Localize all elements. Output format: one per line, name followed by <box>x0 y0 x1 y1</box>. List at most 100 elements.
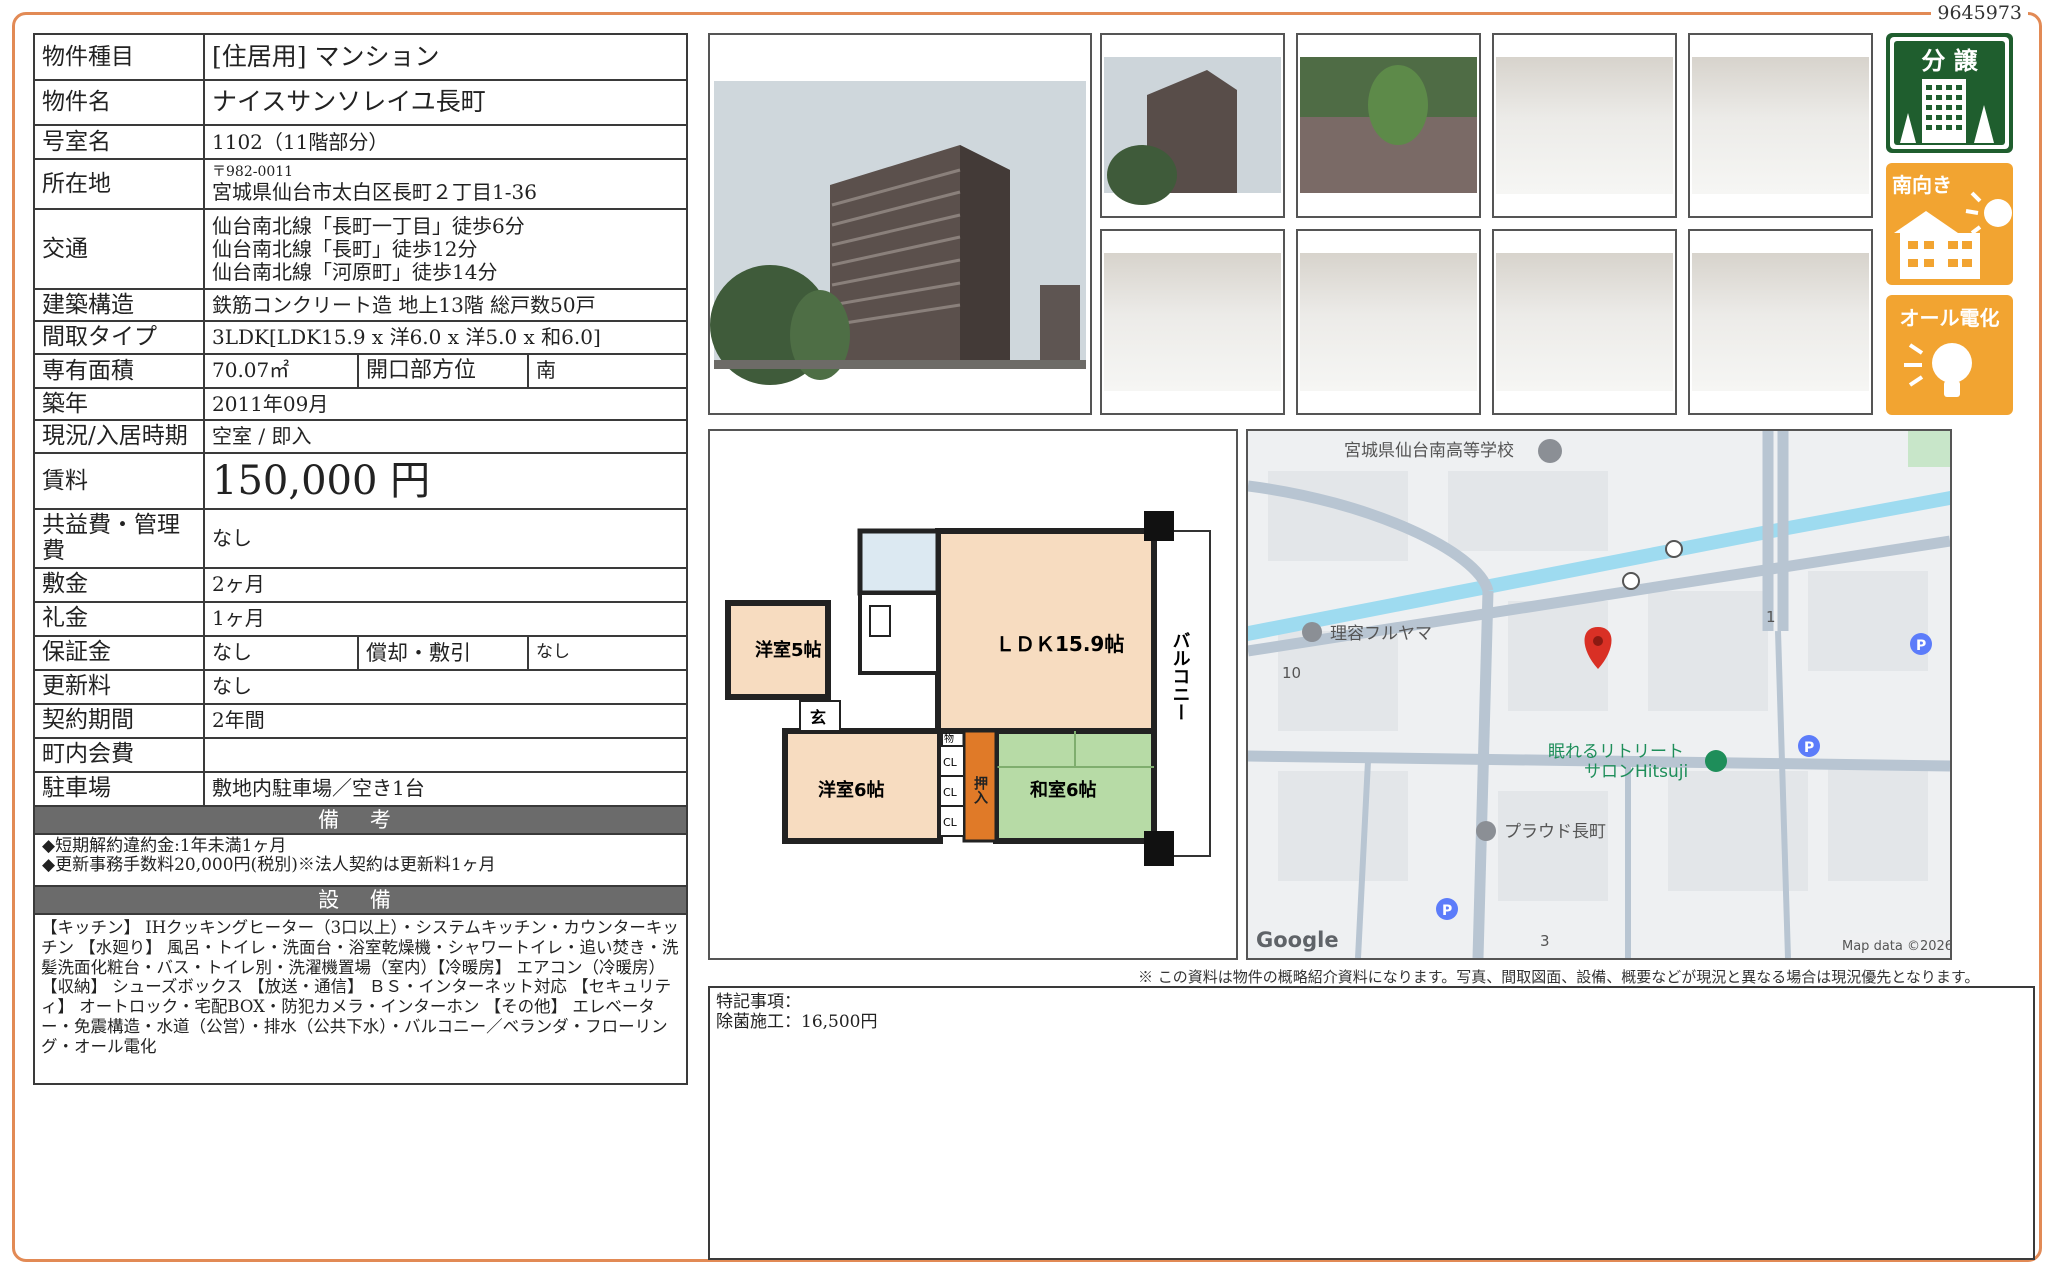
lightbulb-icon <box>1904 343 1972 397</box>
photo-interior-5[interactable] <box>1688 229 1873 415</box>
equipment-header: 設 備 <box>33 884 688 915</box>
label-fee: 共益費・管理費 <box>33 507 205 569</box>
label-structure: 建築構造 <box>33 287 205 323</box>
property-table: 物件種目 [住居用] マンション 物件名 ナイスサンソレイユ長町 号室名 110… <box>33 33 688 1085</box>
map-drawing: 宮城県仙台南高等学校 理容フルヤマ 眠れるリトリート サロンHitsuji プラ… <box>1248 431 1950 958</box>
value-key-money: 1ヶ月 <box>203 600 688 637</box>
label-status: 現況/入居時期 <box>33 419 205 454</box>
access-line: 仙台南北線「長町」徒歩12分 <box>212 236 478 261</box>
value-type: [住居用] マンション <box>203 33 688 81</box>
address-text: 宮城県仙台市太白区長町２丁目1-36 <box>212 179 537 204</box>
access-line: 仙台南北線「長町一丁目」徒歩6分 <box>212 213 525 238</box>
room-label-entrance: 玄 <box>810 708 826 727</box>
label-rent: 賃料 <box>33 451 205 510</box>
value-rent: 150,000 円 <box>203 451 688 510</box>
sun-house-icon <box>1894 191 2012 279</box>
label-type: 物件種目 <box>33 33 205 81</box>
photo-interior-2[interactable] <box>1688 33 1873 218</box>
label-direction: 開口部方位 <box>357 352 529 389</box>
photo-building-2[interactable] <box>1100 33 1285 218</box>
floor-plan-drawing: 洋室5帖 洋室6帖 ＬＤＫ15.9帖 和室6帖 玄 押入 バルコニー 物 CL … <box>710 501 1236 901</box>
label-address: 所在地 <box>33 158 205 210</box>
garden-image <box>1298 35 1479 216</box>
label-guarantee: 保証金 <box>33 634 205 671</box>
map-label-barber: 理容フルヤマ <box>1330 624 1432 644</box>
label-name: 物件名 <box>33 79 205 126</box>
label-key-money: 礼金 <box>33 600 205 637</box>
room-label-storage: 物 <box>944 732 954 745</box>
value-association-fee <box>203 736 688 773</box>
value-guarantee: なし <box>203 634 359 671</box>
room-label-washitsu: 和室6帖 <box>1030 779 1097 801</box>
value-structure: 鉄筋コンクリート造 地上13階 総戸数50戸 <box>203 287 688 323</box>
value-deposit: 2ヶ月 <box>203 566 688 603</box>
building-image <box>1102 35 1283 216</box>
parking-label: P <box>1442 903 1452 919</box>
condo-building-icon <box>1900 79 1994 143</box>
remark-line: ◆更新事務手数料20,000円(税別)※法人契約は更新料1ヶ月 <box>42 855 496 876</box>
map-label-school: 宮城県仙台南高等学校 <box>1344 441 1514 461</box>
value-fee: なし <box>203 507 688 569</box>
room-label-cl: CL <box>943 756 958 769</box>
map-label-proud: プラウド長町 <box>1504 822 1606 842</box>
postal-code: 〒982-0011 <box>212 164 294 181</box>
floor-plan[interactable]: 洋室5帖 洋室6帖 ＬＤＫ15.9帖 和室6帖 玄 押入 バルコニー 物 CL … <box>708 429 1238 960</box>
photo-garden[interactable] <box>1296 33 1481 218</box>
value-area: 70.07㎡ <box>203 352 359 389</box>
room-label-ldk: ＬＤＫ15.9帖 <box>995 632 1124 656</box>
room-label-balcony: バルコニー <box>1170 631 1191 721</box>
map-label-salon-2: サロンHitsuji <box>1584 762 1688 782</box>
value-renewal: なし <box>203 668 688 705</box>
map-label-number: 1 <box>1766 608 1776 626</box>
photo-building-exterior[interactable] <box>708 33 1092 415</box>
document-id: 9645973 <box>1931 2 2028 24</box>
value-access: 仙台南北線「長町一丁目」徒歩6分 仙台南北線「長町」徒歩12分 仙台南北線「河原… <box>203 208 688 290</box>
spa-icon <box>1705 750 1727 772</box>
room-label-youshitsu6: 洋室6帖 <box>818 779 885 801</box>
label-layout: 間取タイプ <box>33 320 205 355</box>
value-address: 〒982-0011 宮城県仙台市太白区長町２丁目1-36 <box>203 158 688 210</box>
label-built: 築年 <box>33 386 205 422</box>
special-notes-box: 特記事項： 除菌施工：16,500円 <box>708 986 2035 1260</box>
google-logo: Google <box>1256 928 1339 952</box>
photo-interior-4[interactable] <box>1296 229 1481 415</box>
badge-south-facing: 南向き <box>1886 163 2013 285</box>
location-map[interactable]: 宮城県仙台南高等学校 理容フルヤマ 眠れるリトリート サロンHitsuji プラ… <box>1246 429 1952 960</box>
building-icon <box>1476 821 1496 841</box>
room-label-youshitsu5: 洋室5帖 <box>755 639 822 661</box>
value-layout: 3LDK[LDK15.9 x 洋6.0 x 洋5.0 x 和6.0] <box>203 320 688 355</box>
label-parking: 駐車場 <box>33 770 205 807</box>
badge-all-electric: オール電化 <box>1886 295 2013 415</box>
photo-kitchen[interactable] <box>1492 229 1677 415</box>
map-label-salon-1: 眠れるリトリート <box>1548 742 1684 762</box>
value-built: 2011年09月 <box>203 386 688 422</box>
label-contract: 契約期間 <box>33 702 205 739</box>
photo-interior-3[interactable] <box>1100 229 1285 415</box>
remarks-body: ◆短期解約違約金:1年未満1ヶ月 ◆更新事務手数料20,000円(税別)※法人契… <box>33 832 688 887</box>
label-deposit: 敷金 <box>33 566 205 603</box>
badge-bunjo: 分 譲 <box>1886 33 2013 153</box>
room-label-closet: 押入 <box>972 775 988 804</box>
value-room: 1102（11階部分） <box>203 124 688 160</box>
label-room: 号室名 <box>33 124 205 160</box>
barber-icon <box>1302 622 1322 642</box>
special-notes-title: 特記事項： <box>716 992 801 1012</box>
equipment-body: 【キッチン】 IHクッキングヒーター（3口以上）・システムキッチン・カウンターキ… <box>33 912 688 1085</box>
value-name: ナイスサンソレイユ長町 <box>203 79 688 126</box>
value-status: 空室 / 即入 <box>203 419 688 454</box>
room-label-cl: CL <box>943 786 958 799</box>
label-association-fee: 町内会費 <box>33 736 205 773</box>
photo-interior-1[interactable] <box>1492 33 1677 218</box>
disclaimer-text: ※ この資料は物件の概略紹介資料になります。写真、間取図面、設備、概要などが現況… <box>1138 968 1980 986</box>
map-label-number: 3 <box>1540 932 1550 950</box>
parking-label: P <box>1804 740 1814 756</box>
label-amortization: 償却・敷引 <box>357 634 529 671</box>
label-renewal: 更新料 <box>33 668 205 705</box>
value-amortization: なし <box>527 634 688 671</box>
remark-line: ◆短期解約違約金:1年未満1ヶ月 <box>42 835 287 856</box>
building-exterior-image <box>710 35 1090 413</box>
value-parking: 敷地内駐車場／空き1台 <box>203 770 688 807</box>
remarks-header: 備 考 <box>33 804 688 835</box>
map-label-number: 10 <box>1282 664 1301 682</box>
bus-stop-icon <box>1665 540 1683 558</box>
